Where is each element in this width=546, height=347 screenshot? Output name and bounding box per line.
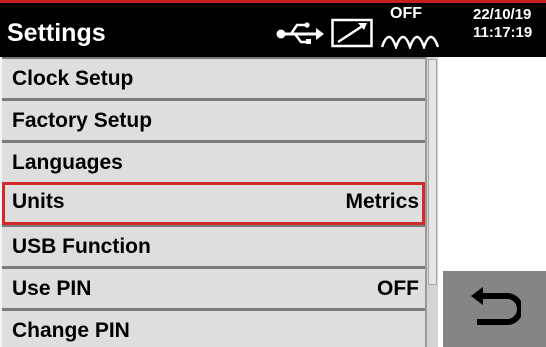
usb-icon <box>276 22 324 44</box>
menu-item-change-pin[interactable]: Change PIN <box>2 311 425 347</box>
back-button[interactable] <box>443 271 546 347</box>
scrollbar[interactable] <box>425 57 438 347</box>
time-display: 11:17:19 <box>473 24 533 41</box>
off-status-label: OFF <box>390 5 422 22</box>
wave-icon <box>381 35 439 49</box>
settings-menu: Clock Setup Factory Setup Languages Unit… <box>2 57 425 347</box>
back-arrow-icon <box>471 287 521 325</box>
date-display: 22/10/19 <box>473 6 532 23</box>
signal-icon <box>331 18 373 48</box>
menu-item-use-pin[interactable]: Use PIN OFF <box>2 269 425 308</box>
header-bar: Settings OFF 22/10/19 11:17:19 <box>0 0 546 57</box>
menu-item-clock-setup[interactable]: Clock Setup <box>2 59 425 98</box>
menu-item-factory-setup[interactable]: Factory Setup <box>2 101 425 140</box>
menu-item-value: OFF <box>377 277 419 300</box>
page-title: Settings <box>7 19 106 47</box>
menu-item-label: Use PIN <box>12 277 92 300</box>
menu-item-value: Metrics <box>345 190 419 213</box>
menu-item-label: Change PIN <box>12 319 130 342</box>
menu-item-label: USB Function <box>12 235 151 258</box>
menu-item-label: Clock Setup <box>12 67 134 90</box>
menu-item-label: Units <box>12 190 65 213</box>
menu-item-units[interactable]: Units Metrics <box>2 182 425 225</box>
menu-item-languages[interactable]: Languages <box>2 143 425 182</box>
scroll-thumb[interactable] <box>428 59 437 285</box>
menu-item-label: Languages <box>12 151 123 174</box>
settings-screen: Settings OFF 22/10/19 11:17:19 Clock Set… <box>0 0 546 347</box>
menu-item-usb-function[interactable]: USB Function <box>2 227 425 266</box>
menu-item-label: Factory Setup <box>12 109 153 132</box>
